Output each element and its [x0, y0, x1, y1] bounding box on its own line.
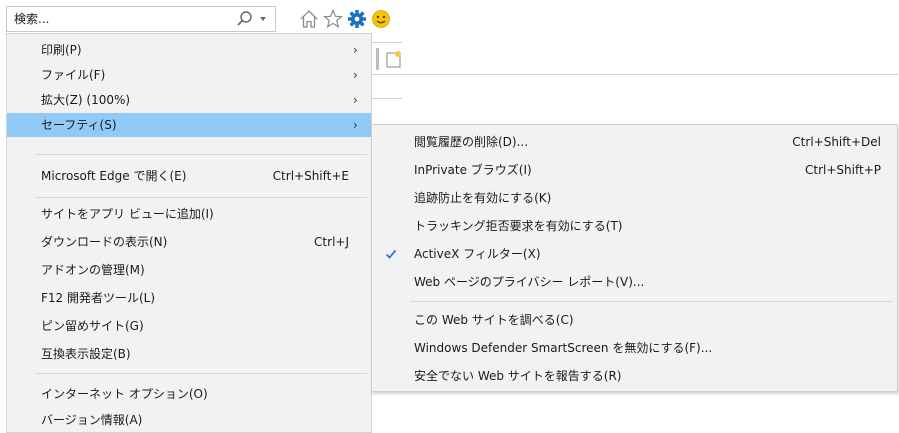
submenu-item-report-unsafe[interactable]: 安全でない Web サイトを報告する(R) [372, 364, 897, 388]
menu-item-safety[interactable]: セーフティ(S) › [7, 113, 371, 137]
menu-item-label: Microsoft Edge で開く(E) [41, 169, 187, 183]
home-button[interactable] [298, 8, 320, 30]
menu-item-print[interactable]: 印刷(P) › [7, 38, 371, 62]
submenu-item-privacy-report[interactable]: Web ページのプライバシー レポート(V)... [372, 270, 897, 294]
chevron-right-icon: › [353, 118, 358, 132]
tools-menu: 印刷(P) › ファイル(F) › 拡大(Z) (100%) › セーフティ(S… [6, 33, 372, 433]
submenu-item-check-site[interactable]: この Web サイトを調べる(C) [372, 308, 897, 332]
chevron-down-icon [260, 17, 266, 21]
submenu-item-label: 閲覧履歴の削除(D)... [414, 135, 529, 149]
menu-item-label: 拡大(Z) (100%) [41, 93, 131, 107]
submenu-item-tracking-protection[interactable]: 追跡防止を有効にする(K) [372, 186, 897, 210]
submenu-item-do-not-track[interactable]: トラッキング拒否要求を有効にする(T) [372, 214, 897, 238]
menu-item-compat-view[interactable]: 互換表示設定(B) [7, 342, 371, 366]
menu-item-label: ダウンロードの表示(N) [41, 235, 168, 249]
checkmark-icon [385, 249, 397, 259]
gear-icon [348, 10, 366, 28]
search-icon [237, 11, 266, 26]
menu-item-open-in-edge[interactable]: Microsoft Edge で開く(E) Ctrl+Shift+E [7, 164, 371, 188]
menu-item-label: サイトをアプリ ビューに追加(I) [41, 207, 214, 221]
menu-item-label: ファイル(F) [41, 68, 106, 82]
menu-separator [35, 154, 367, 155]
menu-item-shortcut: Ctrl+J [314, 235, 349, 249]
feedback-button[interactable] [370, 8, 392, 30]
submenu-item-label: この Web サイトを調べる(C) [414, 313, 574, 327]
submenu-item-label: InPrivate ブラウズ(I) [414, 163, 532, 177]
chevron-right-icon: › [353, 93, 358, 107]
tab-divider [376, 48, 379, 70]
menu-item-add-site-to-apps[interactable]: サイトをアプリ ビューに追加(I) [7, 202, 371, 226]
smiley-icon [372, 10, 390, 28]
submenu-item-shortcut: Ctrl+Shift+Del [792, 135, 881, 149]
safety-submenu: 閲覧履歴の削除(D)... Ctrl+Shift+Del InPrivate ブ… [371, 124, 898, 392]
menu-item-f12-devtools[interactable]: F12 開発者ツール(L) [7, 286, 371, 310]
new-tab-button[interactable] [384, 48, 404, 70]
menu-item-label: ピン留めサイト(G) [41, 319, 144, 333]
menu-item-about[interactable]: バージョン情報(A) [7, 408, 371, 432]
submenu-item-label: ActiveX フィルター(X) [414, 247, 541, 261]
menu-item-label: インターネット オプション(O) [41, 387, 208, 401]
submenu-item-label: Web ページのプライバシー レポート(V)... [414, 275, 645, 289]
submenu-item-label: Windows Defender SmartScreen を無効にする(F)..… [414, 341, 713, 355]
submenu-item-delete-history[interactable]: 閲覧履歴の削除(D)... Ctrl+Shift+Del [372, 130, 897, 154]
menu-item-zoom[interactable]: 拡大(Z) (100%) › [7, 88, 371, 112]
menu-item-label: 互換表示設定(B) [41, 347, 131, 361]
window-edge-lower [372, 98, 402, 99]
toolbar-divider [372, 74, 898, 75]
window-edge [372, 42, 402, 43]
new-tab-icon [386, 51, 401, 68]
favorites-button[interactable] [322, 8, 344, 30]
menu-item-label: アドオンの管理(M) [41, 263, 145, 277]
chevron-right-icon: › [353, 68, 358, 82]
menu-item-file[interactable]: ファイル(F) › [7, 63, 371, 87]
menu-item-pinned-sites[interactable]: ピン留めサイト(G) [7, 314, 371, 338]
search-box[interactable] [6, 6, 276, 32]
menu-item-label: セーフティ(S) [41, 118, 117, 132]
search-input[interactable] [7, 7, 217, 31]
submenu-item-smartscreen[interactable]: Windows Defender SmartScreen を無効にする(F)..… [372, 336, 897, 360]
menu-item-manage-addons[interactable]: アドオンの管理(M) [7, 258, 371, 282]
search-button[interactable] [233, 10, 269, 28]
menu-separator [35, 197, 367, 198]
submenu-item-inprivate[interactable]: InPrivate ブラウズ(I) Ctrl+Shift+P [372, 158, 897, 182]
menu-item-shortcut: Ctrl+Shift+E [272, 169, 349, 183]
menu-item-internet-options[interactable]: インターネット オプション(O) [7, 382, 371, 406]
submenu-item-activex-filter[interactable]: ActiveX フィルター(X) [372, 242, 897, 266]
chevron-right-icon: › [353, 43, 358, 57]
submenu-separator [410, 301, 893, 302]
submenu-item-label: 追跡防止を有効にする(K) [414, 191, 552, 205]
home-icon [300, 10, 318, 28]
submenu-item-label: トラッキング拒否要求を有効にする(T) [414, 219, 623, 233]
menu-separator [35, 373, 367, 374]
menu-item-view-downloads[interactable]: ダウンロードの表示(N) Ctrl+J [7, 230, 371, 254]
submenu-item-shortcut: Ctrl+Shift+P [805, 163, 881, 177]
submenu-item-label: 安全でない Web サイトを報告する(R) [414, 369, 622, 383]
settings-button[interactable] [346, 8, 368, 30]
menu-item-label: 印刷(P) [41, 43, 82, 57]
star-icon [322, 8, 344, 29]
menu-item-label: バージョン情報(A) [41, 413, 143, 427]
menu-item-label: F12 開発者ツール(L) [41, 291, 156, 305]
